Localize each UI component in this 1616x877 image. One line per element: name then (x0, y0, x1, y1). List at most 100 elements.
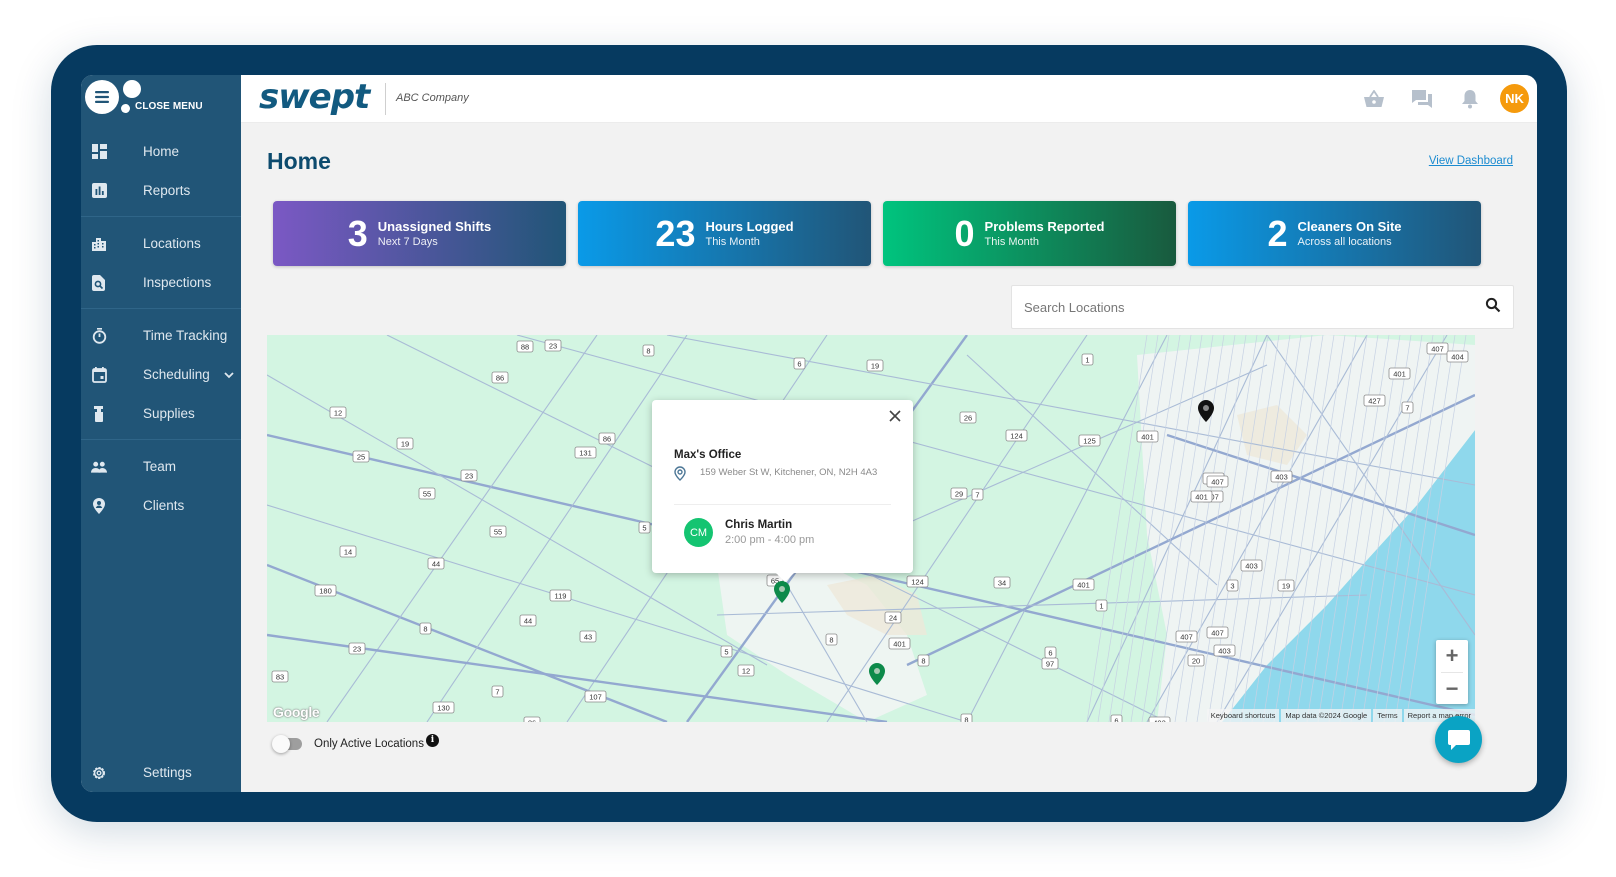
road-shield: 23 (460, 469, 478, 482)
stat-card-cleaners-on-site[interactable]: 2 Cleaners On Site Across all locations (1188, 201, 1481, 266)
sidebar-item-scheduling[interactable]: Scheduling (81, 355, 241, 394)
stat-card-problems-reported[interactable]: 0 Problems Reported This Month (883, 201, 1176, 266)
search-locations-field (1011, 285, 1514, 329)
road-shield: 20 (1187, 654, 1205, 667)
svg-text:401: 401 (893, 640, 906, 649)
road-shield: 3 (1226, 579, 1239, 592)
close-icon[interactable] (889, 409, 901, 427)
road-shield: 26 (523, 716, 541, 722)
company-name[interactable]: ABC Company (396, 92, 469, 104)
road-shield: 5 (638, 521, 651, 534)
svg-text:407: 407 (1211, 629, 1224, 638)
road-shield: 407 (1206, 475, 1229, 488)
search-locations-input[interactable] (1024, 299, 1485, 315)
road-shield: 131 (574, 446, 597, 459)
sidebar: CLOSE MENU Home Reports Locations Inspec… (81, 75, 241, 792)
sidebar-item-clients[interactable]: Clients (81, 486, 241, 525)
road-shield: 401 (1072, 578, 1095, 591)
brand-logo[interactable]: swept (259, 77, 370, 117)
search-icon[interactable] (1485, 297, 1501, 318)
svg-text:407: 407 (1180, 633, 1193, 642)
svg-text:7: 7 (495, 688, 499, 697)
svg-text:401: 401 (1195, 493, 1208, 502)
user-avatar[interactable]: NK (1500, 84, 1529, 113)
svg-text:8: 8 (646, 347, 650, 356)
sidebar-item-label: Time Tracking (143, 328, 228, 343)
bar-chart-icon (91, 183, 107, 199)
divider (385, 83, 386, 115)
svg-text:20: 20 (1192, 657, 1200, 666)
building-icon (91, 236, 107, 252)
stat-card-hours-logged[interactable]: 23 Hours Logged This Month (578, 201, 871, 266)
basket-icon[interactable] (1360, 85, 1388, 113)
map-street (1086, 335, 1148, 722)
sidebar-item-supplies[interactable]: Supplies (81, 394, 241, 433)
stat-value: 0 (954, 212, 975, 254)
close-menu-button[interactable]: CLOSE MENU (85, 80, 203, 114)
road-shield: 8 (960, 713, 973, 722)
road-shield: 403 (1213, 644, 1236, 657)
stat-card-unassigned-shifts[interactable]: 3 Unassigned Shifts Next 7 Days (273, 201, 566, 266)
svg-text:25: 25 (357, 453, 365, 462)
divider (81, 308, 241, 309)
popup-address: 159 Weber St W, Kitchener, ON, N2H 4A3 (700, 467, 878, 478)
zoom-out-button[interactable]: − (1436, 673, 1468, 705)
sidebar-item-settings[interactable]: Settings (81, 753, 241, 792)
road-shield: 26 (959, 411, 977, 424)
terms-link[interactable]: Terms (1373, 709, 1402, 722)
zoom-in-button[interactable]: + (1436, 640, 1468, 672)
people-icon (91, 459, 107, 475)
location-pin-icon (674, 466, 686, 481)
sidebar-item-inspections[interactable]: Inspections (81, 263, 241, 302)
popup-assigned-person[interactable]: CM Chris Martin 2:00 pm - 4:00 pm (684, 518, 814, 547)
chevron-down-icon[interactable] (224, 367, 234, 382)
keyboard-shortcuts-link[interactable]: Keyboard shortcuts (1206, 709, 1280, 722)
sidebar-item-home[interactable]: Home (81, 132, 241, 171)
stat-title: Hours Logged (705, 219, 794, 234)
sidebar-item-team[interactable]: Team (81, 447, 241, 486)
svg-text:125: 125 (1083, 437, 1096, 446)
stat-value: 23 (655, 212, 696, 254)
road-shield: 19 (396, 437, 414, 450)
map-zoom-controls: + − (1436, 640, 1468, 704)
top-bar: swept ABC Company NK (241, 75, 1537, 123)
road-shield: 19 (866, 359, 884, 372)
sidebar-item-reports[interactable]: Reports (81, 171, 241, 210)
stat-title: Unassigned Shifts (377, 219, 492, 234)
road-shield: 1 (1095, 599, 1108, 612)
person-pin-icon (91, 497, 107, 514)
locations-map[interactable]: 88 23 8 6 19 1 407 404 86 12 19 25 131 86 26 124 125 7 427… (267, 335, 1475, 722)
sidebar-item-time-tracking[interactable]: Time Tracking (81, 316, 241, 355)
road-shield: 23 (544, 339, 562, 352)
svg-text:29: 29 (955, 490, 963, 499)
svg-text:19: 19 (871, 362, 879, 371)
stat-subtitle: Across all locations (1297, 236, 1392, 248)
info-icon[interactable]: i (425, 733, 439, 747)
chat-icon[interactable] (1408, 85, 1436, 113)
road-shield: 125 (1078, 434, 1101, 447)
svg-text:124: 124 (911, 578, 924, 587)
svg-text:55: 55 (423, 490, 431, 499)
sidebar-item-label: Settings (143, 765, 192, 780)
view-dashboard-link[interactable]: View Dashboard (1429, 155, 1513, 167)
road-shield: 130 (432, 701, 455, 714)
sidebar-item-label: Scheduling (143, 367, 210, 382)
road-shield: 7 (971, 488, 984, 501)
road-shield: 401 (1136, 430, 1159, 443)
sidebar-item-locations[interactable]: Locations (81, 224, 241, 263)
stats-row: 3 Unassigned Shifts Next 7 Days 23 Hours … (273, 201, 1493, 266)
popup-address-row: 159 Weber St W, Kitchener, ON, N2H 4A3 (674, 466, 880, 481)
road-shield: 6 (793, 357, 806, 370)
support-chat-button[interactable] (1435, 716, 1482, 763)
only-active-locations-toggle[interactable] (272, 735, 302, 753)
svg-text:34: 34 (998, 579, 1006, 588)
sidebar-nav: Home Reports Locations Inspections Time … (81, 132, 241, 525)
divider (81, 439, 241, 440)
road-shield: 8 (642, 344, 655, 357)
bell-icon[interactable] (1456, 85, 1484, 113)
divider (674, 504, 891, 505)
road-shield: 34 (993, 576, 1011, 589)
search-document-icon (91, 274, 107, 291)
svg-text:8: 8 (829, 636, 833, 645)
svg-text:24: 24 (889, 614, 897, 623)
